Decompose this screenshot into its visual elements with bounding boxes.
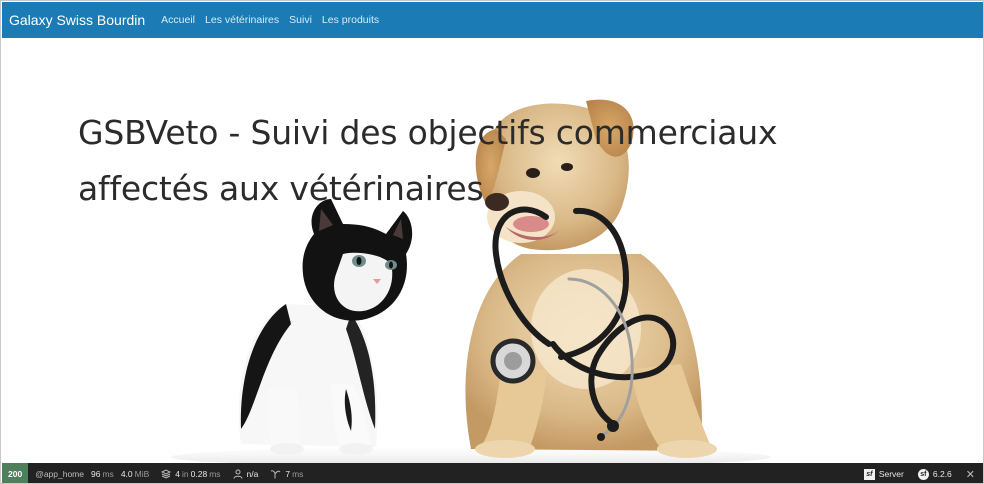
cache-unit: ms	[209, 469, 221, 479]
twig-icon	[270, 469, 281, 479]
symfony-icon: sf	[917, 468, 929, 480]
memory-usage[interactable]: 4.0 MiB	[121, 469, 149, 479]
twig-time: 7	[285, 469, 291, 479]
page-title: GSBVeto - Suivi des objectifs commerciau…	[78, 113, 778, 208]
memory-unit: MiB	[134, 469, 150, 479]
request-time[interactable]: 96 ms	[91, 469, 114, 479]
nav-link-produits[interactable]: Les produits	[322, 14, 379, 26]
navbar: Galaxy Swiss Bourdin Accueil Les vétérin…	[2, 2, 983, 38]
nav-link-veterinaires[interactable]: Les vétérinaires	[205, 14, 279, 26]
debug-toolbar: 200 @app_home 96 ms 4.0 MiB 4 in 0.28 ms…	[2, 463, 983, 483]
twig-panel[interactable]: 7 ms	[270, 469, 303, 479]
request-time-value: 96	[91, 469, 101, 479]
memory-value: 4.0	[120, 469, 133, 479]
close-icon[interactable]: ✕	[966, 468, 975, 481]
symfony-version[interactable]: sf 6.2.6	[917, 468, 952, 480]
server-panel[interactable]: sf Server	[863, 468, 904, 480]
user-panel[interactable]: n/a	[233, 469, 259, 479]
twig-unit: ms	[292, 469, 304, 479]
hero-section: GSBVeto - Suivi des objectifs commerciau…	[1, 39, 983, 463]
nav-link-suivi[interactable]: Suivi	[289, 14, 312, 26]
cache-in-label: in	[182, 469, 189, 479]
status-code-badge[interactable]: 200	[2, 463, 29, 483]
cache-icon	[161, 469, 172, 479]
server-icon: sf	[863, 468, 875, 480]
route-name[interactable]: @app_home	[35, 469, 84, 479]
version-value: 6.2.6	[932, 469, 952, 479]
user-icon	[233, 469, 243, 479]
cache-count: 4	[175, 469, 181, 479]
request-time-unit: ms	[102, 469, 114, 479]
kitten-figure	[238, 199, 413, 455]
cache-panel[interactable]: 4 in 0.28 ms	[161, 469, 221, 479]
hero-illustration	[171, 99, 771, 463]
user-value: n/a	[246, 469, 259, 479]
nav-link-accueil[interactable]: Accueil	[161, 14, 195, 26]
browser-viewport: Galaxy Swiss Bourdin Accueil Les vétérin…	[0, 0, 984, 484]
brand-link[interactable]: Galaxy Swiss Bourdin	[9, 12, 145, 28]
cache-time: 0.28	[190, 469, 208, 479]
nav-links: Accueil Les vétérinaires Suivi Les produ…	[161, 14, 389, 26]
toolbar-right: sf Server sf 6.2.6 ✕	[857, 463, 983, 483]
server-label: Server	[878, 469, 904, 479]
